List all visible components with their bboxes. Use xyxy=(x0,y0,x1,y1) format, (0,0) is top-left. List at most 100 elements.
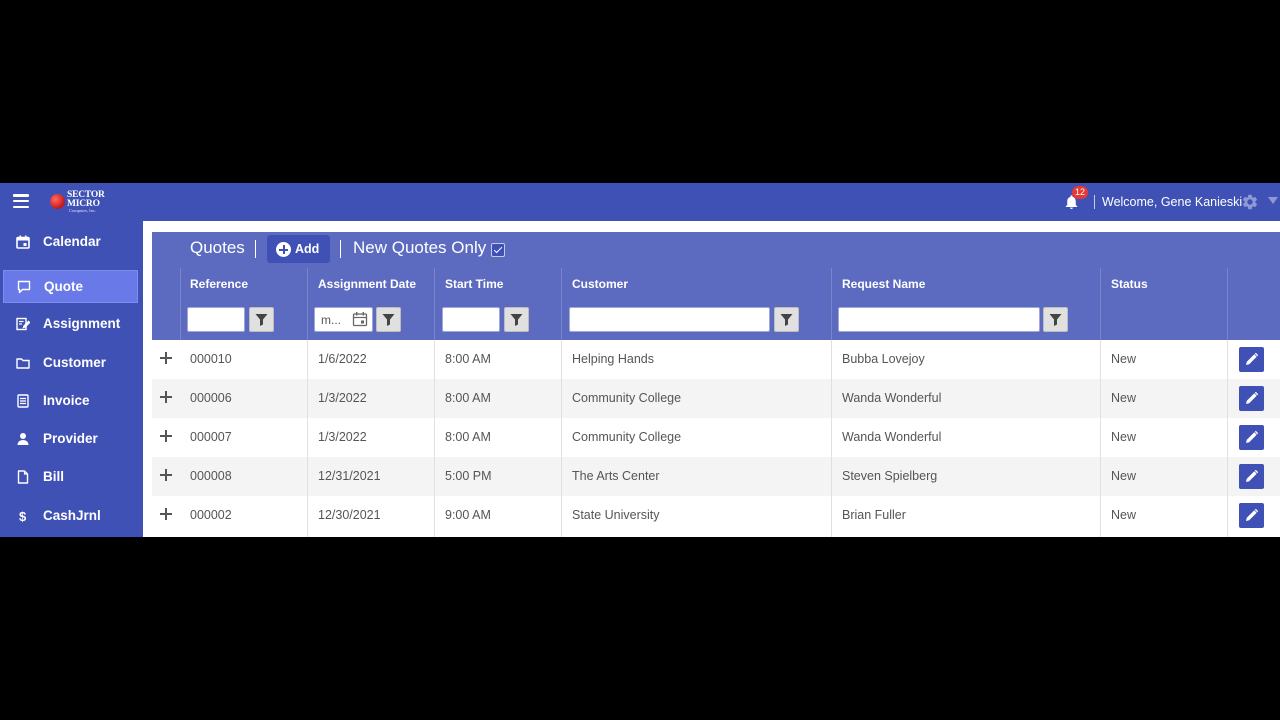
filter-icon xyxy=(255,314,268,326)
sidebar-item-calendar[interactable]: Calendar xyxy=(3,226,138,259)
cell-status: New xyxy=(1111,508,1137,522)
edit-button[interactable] xyxy=(1239,503,1264,528)
add-quote-button[interactable]: Add xyxy=(267,235,330,263)
pencil-icon xyxy=(1246,352,1259,365)
cell-assignment-date: 12/31/2021 xyxy=(318,469,381,483)
customer-filter-button[interactable] xyxy=(774,307,799,332)
expand-plus-icon[interactable] xyxy=(160,469,172,481)
sidebar-item-cashjrnl[interactable]: $ CashJrnl xyxy=(3,500,138,533)
start-time-filter-button[interactable] xyxy=(504,307,529,332)
document-icon xyxy=(17,470,29,484)
cell-assignment-date: 12/30/2021 xyxy=(318,508,381,522)
divider xyxy=(255,240,256,258)
cell-request-name: Wanda Wonderful xyxy=(842,391,942,405)
request-name-filter-button[interactable] xyxy=(1043,307,1068,332)
expand-plus-icon[interactable] xyxy=(160,352,172,364)
cell-customer: Community College xyxy=(572,391,682,405)
sidebar-item-invoice[interactable]: Invoice xyxy=(3,385,138,418)
folder-icon xyxy=(16,358,30,369)
hamburger-menu-icon[interactable] xyxy=(13,194,29,209)
expand-plus-icon[interactable] xyxy=(160,430,172,442)
expand-plus-icon[interactable] xyxy=(160,391,172,403)
cell-customer: The Arts Center xyxy=(572,469,660,483)
request-name-filter-input[interactable] xyxy=(838,307,1040,332)
cell-request-name: Steven Spielberg xyxy=(842,469,938,483)
cell-status: New xyxy=(1111,469,1137,483)
sidebar-item-assignment[interactable]: Assignment xyxy=(3,308,138,341)
reference-filter-input[interactable] xyxy=(187,307,245,332)
cell-request-name: Wanda Wonderful xyxy=(842,430,942,444)
filter-icon xyxy=(382,314,395,326)
column-header-reference[interactable]: Reference xyxy=(180,268,248,300)
divider xyxy=(340,240,341,258)
cell-start-time: 5:00 PM xyxy=(445,469,492,483)
page-title: Quotes xyxy=(190,238,245,257)
customer-filter-input[interactable] xyxy=(569,307,770,332)
table-row[interactable]: 000002 12/30/2021 9:00 AM State Universi… xyxy=(152,496,1280,535)
cell-customer: Community College xyxy=(572,430,682,444)
cell-request-name: Bubba Lovejoy xyxy=(842,352,925,366)
column-divider xyxy=(561,268,562,340)
table-row[interactable]: 000010 1/6/2022 8:00 AM Helping Hands Bu… xyxy=(152,340,1280,379)
edit-button[interactable] xyxy=(1239,347,1264,372)
pencil-icon xyxy=(1246,469,1259,482)
sidebar-item-customer[interactable]: Customer xyxy=(3,347,138,380)
pencil-icon xyxy=(1246,508,1259,521)
table-row[interactable]: 000008 12/31/2021 5:00 PM The Arts Cente… xyxy=(152,457,1280,496)
chevron-down-icon[interactable] xyxy=(1268,197,1278,204)
edit-button[interactable] xyxy=(1239,464,1264,489)
chat-bubble-icon xyxy=(17,280,31,294)
column-divider xyxy=(1100,340,1101,537)
cell-status: New xyxy=(1111,430,1137,444)
filter-icon xyxy=(780,314,793,326)
sidebar-item-bill[interactable]: Bill xyxy=(3,461,138,494)
new-quotes-only-label: New Quotes Only xyxy=(353,238,487,257)
edit-button[interactable] xyxy=(1239,386,1264,411)
cell-reference: 000002 xyxy=(190,508,232,522)
column-divider xyxy=(307,340,308,537)
column-divider xyxy=(1227,268,1228,340)
table-row[interactable]: 000006 1/3/2022 8:00 AM Community Colleg… xyxy=(152,379,1280,418)
divider xyxy=(1094,195,1095,209)
app-window: SECTOR MICRO Computer, Inc. 12 Welcome, G… xyxy=(0,183,1280,537)
calendar-icon[interactable] xyxy=(352,311,368,327)
pencil-icon xyxy=(1246,430,1259,443)
cell-status: New xyxy=(1111,352,1137,366)
column-header-request-name[interactable]: Request Name xyxy=(832,268,925,300)
reference-filter-button[interactable] xyxy=(249,307,274,332)
column-header-assignment-date[interactable]: Assignment Date xyxy=(308,268,416,300)
column-divider xyxy=(1100,268,1101,340)
filter-icon xyxy=(510,314,523,326)
column-divider xyxy=(831,268,832,340)
cell-assignment-date: 1/3/2022 xyxy=(318,391,367,405)
cell-start-time: 8:00 AM xyxy=(445,391,491,405)
expand-plus-icon[interactable] xyxy=(160,508,172,520)
sidebar-item-provider[interactable]: Provider xyxy=(3,423,138,456)
welcome-text: Welcome, Gene Kanieski xyxy=(1102,195,1243,209)
cell-start-time: 8:00 AM xyxy=(445,352,491,366)
column-divider xyxy=(180,268,181,340)
calendar-icon xyxy=(16,235,30,249)
pencil-icon xyxy=(1246,391,1259,404)
column-header-row: Reference Assignment Date Start Time Cus… xyxy=(152,268,1280,300)
column-header-status[interactable]: Status xyxy=(1101,268,1148,300)
start-time-filter-input[interactable] xyxy=(442,307,500,332)
table-row[interactable]: 000007 1/3/2022 8:00 AM Community Colleg… xyxy=(152,418,1280,457)
quotes-panel: Quotes Add New Quotes Only Reference Ass… xyxy=(152,232,1280,537)
column-divider xyxy=(561,340,562,537)
edit-button[interactable] xyxy=(1239,425,1264,450)
assignment-date-filter-button[interactable] xyxy=(376,307,401,332)
sidebar-item-quote[interactable]: Quote xyxy=(3,270,138,303)
person-icon xyxy=(17,433,29,445)
new-quotes-only-checkbox[interactable] xyxy=(491,243,505,257)
column-header-customer[interactable]: Customer xyxy=(562,268,628,300)
cell-start-time: 8:00 AM xyxy=(445,430,491,444)
column-divider xyxy=(1227,340,1228,537)
cell-assignment-date: 1/3/2022 xyxy=(318,430,367,444)
cell-reference: 000006 xyxy=(190,391,232,405)
column-header-start-time[interactable]: Start Time xyxy=(435,268,503,300)
cell-request-name: Brian Fuller xyxy=(842,508,906,522)
gear-icon[interactable] xyxy=(1241,193,1259,211)
company-logo[interactable]: SECTOR MICRO Computer, Inc. xyxy=(48,189,112,215)
edit-doc-icon xyxy=(16,317,30,331)
